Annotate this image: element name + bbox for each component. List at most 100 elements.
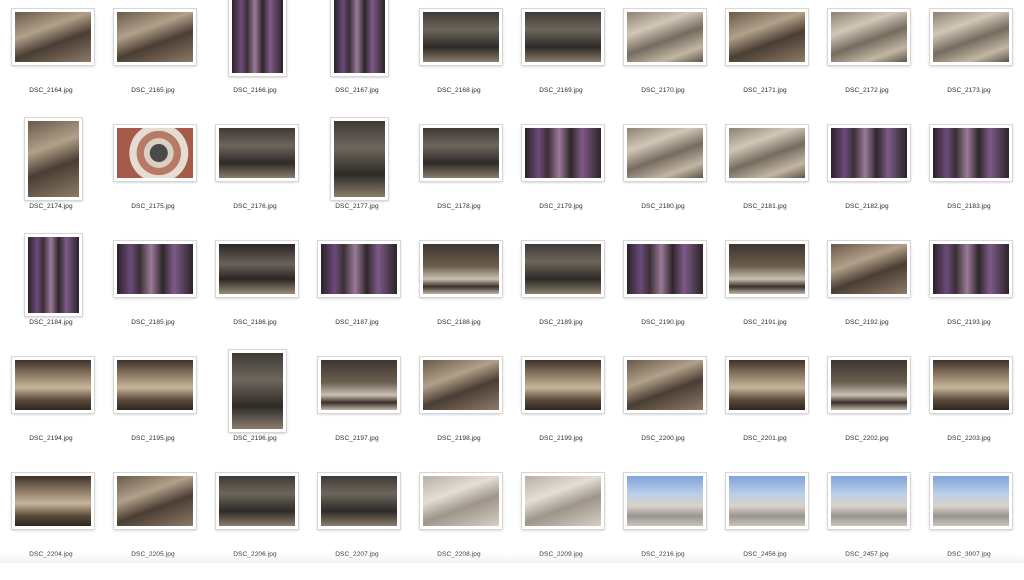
photo-image [117, 360, 193, 410]
photo-item[interactable]: DSC_2189.jpg [510, 232, 612, 348]
photo-item[interactable]: DSC_2165.jpg [102, 0, 204, 116]
photo-item[interactable]: DSC_2190.jpg [612, 232, 714, 348]
photo-item[interactable]: DSC_2182.jpg [816, 116, 918, 232]
photo-filename: DSC_2191.jpg [743, 319, 787, 326]
photo-thumbnail[interactable] [420, 241, 502, 297]
photo-thumbnail[interactable] [12, 357, 94, 413]
photo-thumbnail[interactable] [828, 241, 910, 297]
photo-item[interactable]: DSC_2196.jpg [204, 348, 306, 464]
photo-thumbnail[interactable] [24, 118, 82, 200]
photo-item[interactable]: DSC_2169.jpg [510, 0, 612, 116]
photo-item[interactable]: DSC_2187.jpg [306, 232, 408, 348]
photo-item[interactable]: DSC_2164.jpg [0, 0, 102, 116]
photo-item[interactable]: DSC_2181.jpg [714, 116, 816, 232]
photo-thumbnail[interactable] [828, 9, 910, 65]
photo-item[interactable]: DSC_2194.jpg [0, 348, 102, 464]
photo-thumbnail[interactable] [318, 357, 400, 413]
photo-item[interactable]: DSC_2191.jpg [714, 232, 816, 348]
photo-image [831, 244, 907, 294]
photo-thumbnail[interactable] [930, 125, 1012, 181]
photo-item[interactable]: DSC_2178.jpg [408, 116, 510, 232]
photo-item[interactable]: DSC_2198.jpg [408, 348, 510, 464]
photo-item[interactable]: DSC_2203.jpg [918, 348, 1020, 464]
photo-item[interactable]: DSC_2168.jpg [408, 0, 510, 116]
photo-thumbnail[interactable] [726, 125, 808, 181]
photo-thumbnail[interactable] [522, 241, 604, 297]
photo-item[interactable]: DSC_2180.jpg [612, 116, 714, 232]
photo-thumbnail[interactable] [216, 241, 298, 297]
photo-item[interactable]: DSC_2185.jpg [102, 232, 204, 348]
photo-thumbnail[interactable] [624, 357, 706, 413]
photo-thumbnail[interactable] [114, 125, 196, 181]
photo-thumbnail[interactable] [828, 125, 910, 181]
photo-item[interactable]: DSC_2172.jpg [816, 0, 918, 116]
photo-item[interactable]: DSC_2179.jpg [510, 116, 612, 232]
photo-thumbnail[interactable] [330, 118, 388, 200]
photo-thumbnail[interactable] [216, 125, 298, 181]
photo-item[interactable]: DSC_2192.jpg [816, 232, 918, 348]
photo-thumbnail[interactable] [330, 0, 388, 76]
photo-thumbnail[interactable] [12, 9, 94, 65]
photo-item[interactable]: DSC_2167.jpg [306, 0, 408, 116]
photo-thumbnail[interactable] [114, 241, 196, 297]
photo-filename: DSC_2201.jpg [743, 435, 787, 442]
photo-thumbnail[interactable] [228, 350, 286, 432]
photo-item[interactable]: DSC_2188.jpg [408, 232, 510, 348]
photo-thumbnail[interactable] [12, 473, 94, 529]
photo-thumbnail[interactable] [828, 473, 910, 529]
photo-thumbnail[interactable] [522, 473, 604, 529]
photo-item[interactable]: DSC_2200.jpg [612, 348, 714, 464]
photo-thumbnail[interactable] [318, 473, 400, 529]
photo-thumbnail[interactable] [726, 357, 808, 413]
photo-filename: DSC_2177.jpg [335, 203, 379, 210]
photo-filename: DSC_2216.jpg [641, 551, 685, 558]
photo-thumbnail[interactable] [522, 125, 604, 181]
photo-item[interactable]: DSC_2170.jpg [612, 0, 714, 116]
photo-thumbnail[interactable] [930, 357, 1012, 413]
photo-thumbnail[interactable] [420, 473, 502, 529]
photo-item[interactable]: DSC_2174.jpg [0, 116, 102, 232]
photo-thumbnail[interactable] [420, 125, 502, 181]
photo-item[interactable]: DSC_2173.jpg [918, 0, 1020, 116]
photo-thumbnail[interactable] [726, 241, 808, 297]
photo-thumbnail[interactable] [228, 0, 286, 76]
photo-item[interactable]: DSC_2202.jpg [816, 348, 918, 464]
photo-item[interactable]: DSC_2186.jpg [204, 232, 306, 348]
photo-item[interactable]: DSC_2193.jpg [918, 232, 1020, 348]
photo-thumbnail[interactable] [114, 357, 196, 413]
photo-thumbnail[interactable] [420, 9, 502, 65]
photo-thumbnail[interactable] [318, 241, 400, 297]
photo-thumbnail[interactable] [726, 9, 808, 65]
photo-thumbnail[interactable] [930, 473, 1012, 529]
photo-thumbnail[interactable] [828, 357, 910, 413]
photo-item[interactable]: DSC_2184.jpg [0, 232, 102, 348]
photo-item[interactable]: DSC_2197.jpg [306, 348, 408, 464]
photo-filename: DSC_2184.jpg [29, 319, 73, 326]
photo-item[interactable]: DSC_2183.jpg [918, 116, 1020, 232]
photo-thumbnail[interactable] [624, 125, 706, 181]
photo-thumbnail[interactable] [726, 473, 808, 529]
photo-thumbnail[interactable] [624, 9, 706, 65]
photo-thumbnail[interactable] [522, 357, 604, 413]
photo-thumbnail[interactable] [522, 9, 604, 65]
photo-thumbnail[interactable] [216, 473, 298, 529]
photo-image [831, 360, 907, 410]
photo-image [423, 476, 499, 526]
photo-thumbnail[interactable] [930, 9, 1012, 65]
photo-filename: DSC_2456.jpg [743, 551, 787, 558]
photo-item[interactable]: DSC_2175.jpg [102, 116, 204, 232]
photo-thumbnail[interactable] [24, 234, 82, 316]
photo-item[interactable]: DSC_2176.jpg [204, 116, 306, 232]
photo-item[interactable]: DSC_2199.jpg [510, 348, 612, 464]
photo-item[interactable]: DSC_2166.jpg [204, 0, 306, 116]
photo-thumbnail[interactable] [930, 241, 1012, 297]
photo-item[interactable]: DSC_2201.jpg [714, 348, 816, 464]
photo-item[interactable]: DSC_2177.jpg [306, 116, 408, 232]
photo-item[interactable]: DSC_2195.jpg [102, 348, 204, 464]
photo-thumbnail[interactable] [624, 473, 706, 529]
photo-thumbnail[interactable] [114, 473, 196, 529]
photo-item[interactable]: DSC_2171.jpg [714, 0, 816, 116]
photo-thumbnail[interactable] [420, 357, 502, 413]
photo-thumbnail[interactable] [624, 241, 706, 297]
photo-thumbnail[interactable] [114, 9, 196, 65]
